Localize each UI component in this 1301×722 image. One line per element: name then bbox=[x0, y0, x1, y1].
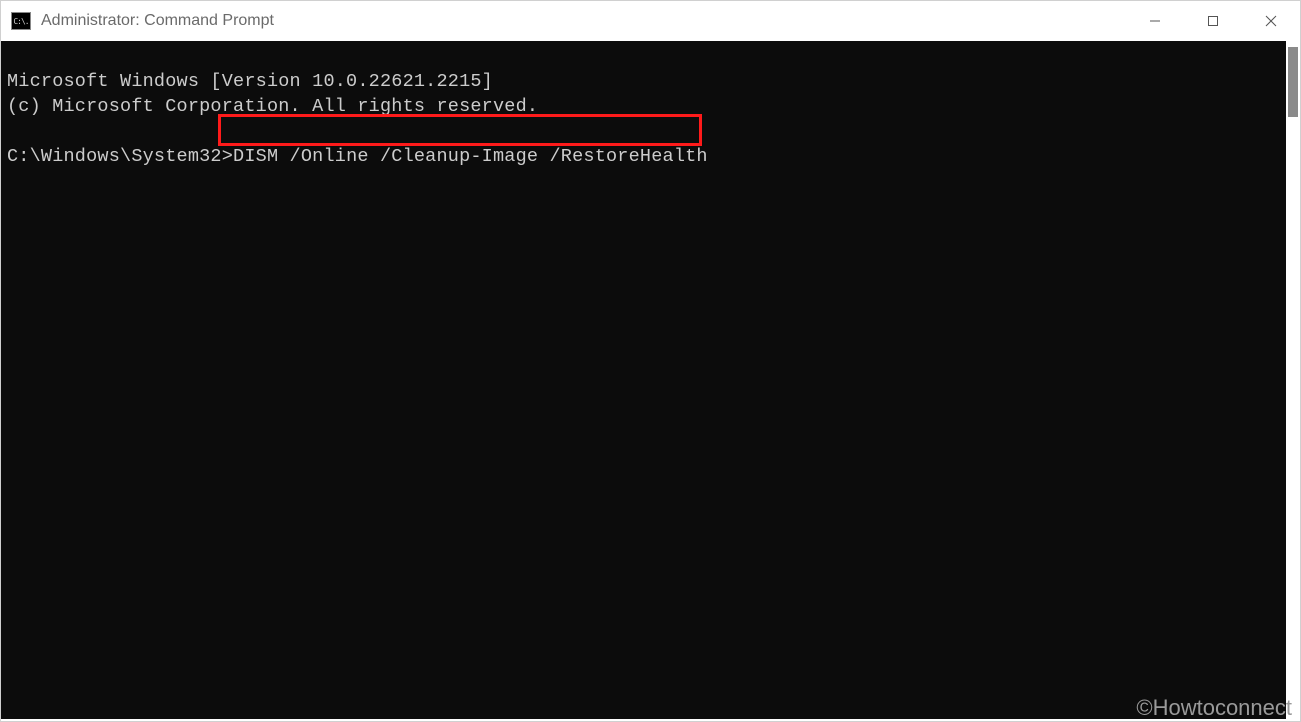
terminal-command: DISM /Online /Cleanup-Image /RestoreHeal… bbox=[233, 146, 708, 167]
minimize-button[interactable] bbox=[1126, 1, 1184, 41]
window-controls bbox=[1126, 1, 1300, 41]
terminal-area[interactable]: Microsoft Windows [Version 10.0.22621.22… bbox=[1, 41, 1286, 719]
command-prompt-window: C:\. Administrator: Command Prompt Micro… bbox=[0, 0, 1301, 722]
vertical-scrollbar[interactable] bbox=[1288, 47, 1298, 117]
window-title: Administrator: Command Prompt bbox=[41, 12, 274, 30]
close-icon bbox=[1265, 15, 1277, 27]
titlebar[interactable]: C:\. Administrator: Command Prompt bbox=[1, 1, 1300, 41]
maximize-button[interactable] bbox=[1184, 1, 1242, 41]
maximize-icon bbox=[1207, 15, 1219, 27]
cmd-icon: C:\. bbox=[11, 12, 31, 30]
watermark-text: ©Howtoconnect bbox=[1136, 695, 1292, 721]
terminal-line-version: Microsoft Windows [Version 10.0.22621.22… bbox=[7, 71, 493, 92]
terminal-content: Microsoft Windows [Version 10.0.22621.22… bbox=[1, 41, 1286, 174]
minimize-icon bbox=[1149, 15, 1161, 27]
close-button[interactable] bbox=[1242, 1, 1300, 41]
terminal-line-copyright: (c) Microsoft Corporation. All rights re… bbox=[7, 96, 538, 117]
terminal-prompt: C:\Windows\System32> bbox=[7, 146, 233, 167]
